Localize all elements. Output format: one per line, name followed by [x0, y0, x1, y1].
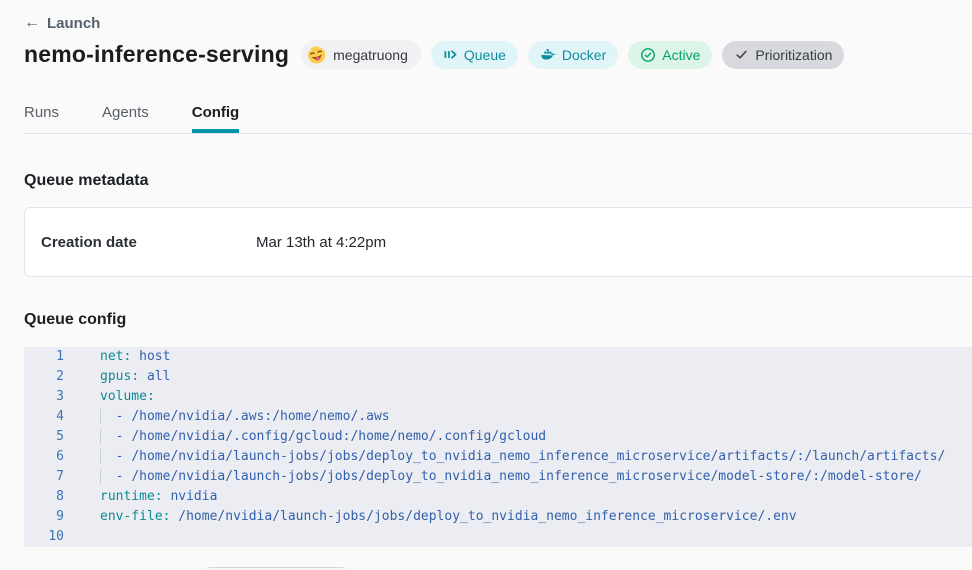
- code-token-value: /home/nvidia/launch-jobs/jobs/deploy_to_…: [131, 469, 922, 484]
- page-header: ← Launch nemo-inference-serving: [0, 0, 972, 69]
- line-number: 4: [24, 407, 64, 427]
- code-line: 7 - /home/nvidia/launch-jobs/jobs/deploy…: [24, 467, 972, 487]
- code-line: 2 gpus: all: [24, 367, 972, 387]
- line-number: 1: [24, 347, 64, 367]
- code-line: 1 net: host: [24, 347, 972, 367]
- code-line-content: gpus: all: [100, 367, 170, 387]
- code-line-content: - /home/nvidia/launch-jobs/jobs/deploy_t…: [100, 447, 945, 467]
- indent-guide: [100, 409, 116, 424]
- code-line: 5 - /home/nvidia/.config/gcloud:/home/ne…: [24, 427, 972, 447]
- code-token-key: net: [100, 349, 123, 364]
- line-number: 6: [24, 447, 64, 467]
- queue-config-code-editor[interactable]: 1net: host2gpus: all3volume:4 - /home/nv…: [24, 347, 972, 547]
- creation-date-value: Mar 13th at 4:22pm: [256, 234, 386, 251]
- code-token-punct: :: [147, 389, 155, 404]
- line-number: 9: [24, 507, 64, 527]
- title-row: nemo-inference-serving megatruong: [24, 40, 972, 69]
- prioritization-badge: Prioritization: [722, 41, 844, 69]
- code-line-content: runtime: nvidia: [100, 487, 217, 507]
- code-line-content: env-file: /home/nvidia/launch-jobs/jobs/…: [100, 507, 797, 527]
- code-line: 9 env-file: /home/nvidia/launch-jobs/jobs…: [24, 507, 972, 527]
- indent-guide: [100, 449, 116, 464]
- code-token-punct: :: [123, 349, 139, 364]
- tab-runs[interactable]: Runs: [24, 102, 59, 133]
- docker-badge-label: Docker: [562, 47, 606, 63]
- code-line-content: - /home/nvidia/.aws:/home/nemo/.aws: [100, 407, 390, 427]
- active-badge-label: Active: [662, 47, 700, 63]
- prioritization-badge-label: Prioritization: [755, 47, 832, 63]
- code-line: 4 - /home/nvidia/.aws:/home/nemo/.aws: [24, 407, 972, 427]
- line-number: 3: [24, 387, 64, 407]
- code-token-key: runtime: [100, 489, 155, 504]
- queue-icon: [443, 47, 458, 62]
- tab-config[interactable]: Config: [192, 102, 239, 133]
- tab-agents[interactable]: Agents: [102, 102, 149, 133]
- code-token-punct: :: [163, 509, 179, 524]
- line-number: 7: [24, 467, 64, 487]
- code-token-punct: :: [155, 489, 171, 504]
- page-title: nemo-inference-serving: [24, 41, 289, 68]
- tab-bar: Runs Agents Config: [24, 102, 972, 134]
- indent-guide: [100, 429, 116, 444]
- indent-guide: [100, 469, 116, 484]
- launch-queue-page: ← Launch nemo-inference-serving: [0, 0, 972, 570]
- line-number: 8: [24, 487, 64, 507]
- code-line-content: - /home/nvidia/.config/gcloud:/home/nemo…: [100, 427, 546, 447]
- code-token-dash: -: [116, 429, 132, 444]
- owner-pill[interactable]: megatruong: [301, 40, 421, 69]
- queue-badge: Queue: [431, 41, 518, 69]
- code-token-key: gpus: [100, 369, 131, 384]
- check-icon: [734, 47, 749, 62]
- line-number: 10: [24, 527, 64, 547]
- queue-badge-label: Queue: [464, 47, 506, 63]
- code-line: 8 runtime: nvidia: [24, 487, 972, 507]
- line-number: 5: [24, 427, 64, 447]
- active-status-icon: [640, 47, 656, 63]
- back-arrow-icon: ←: [24, 15, 40, 31]
- code-line: 6 - /home/nvidia/launch-jobs/jobs/deploy…: [24, 447, 972, 467]
- laughing-emoji-avatar: [306, 44, 327, 65]
- code-line: 3 volume:: [24, 387, 972, 407]
- code-line: 10: [24, 527, 972, 547]
- code-token-value: /home/nvidia/.config/gcloud:/home/nemo/.…: [131, 429, 546, 444]
- back-link-label: Launch: [47, 15, 100, 32]
- active-status-badge: Active: [628, 41, 712, 69]
- code-line-content: - /home/nvidia/launch-jobs/jobs/deploy_t…: [100, 467, 922, 487]
- code-token-value: /home/nvidia/.aws:/home/nemo/.aws: [131, 409, 389, 424]
- docker-badge: Docker: [528, 41, 618, 69]
- docker-icon: [540, 47, 556, 63]
- code-token-punct: :: [131, 369, 147, 384]
- code-token-value: all: [147, 369, 170, 384]
- code-token-value: nvidia: [170, 489, 217, 504]
- code-token-dash: -: [116, 409, 132, 424]
- code-token-key: volume: [100, 389, 147, 404]
- queue-metadata-card: Creation date Mar 13th at 4:22pm: [24, 207, 972, 277]
- owner-name: megatruong: [333, 47, 408, 63]
- code-line-content: volume:: [100, 387, 155, 407]
- code-line-content: net: host: [100, 347, 170, 367]
- back-to-launch-link[interactable]: ← Launch: [24, 15, 100, 32]
- code-token-value: /home/nvidia/launch-jobs/jobs/deploy_to_…: [178, 509, 796, 524]
- creation-date-label: Creation date: [41, 234, 256, 251]
- code-token-dash: -: [116, 469, 132, 484]
- queue-config-heading: Queue config: [24, 311, 972, 329]
- code-token-value: host: [139, 349, 170, 364]
- queue-metadata-heading: Queue metadata: [24, 172, 972, 190]
- code-token-key: env-file: [100, 509, 163, 524]
- code-token-value: /home/nvidia/launch-jobs/jobs/deploy_to_…: [131, 449, 945, 464]
- line-number: 2: [24, 367, 64, 387]
- code-token-dash: -: [116, 449, 132, 464]
